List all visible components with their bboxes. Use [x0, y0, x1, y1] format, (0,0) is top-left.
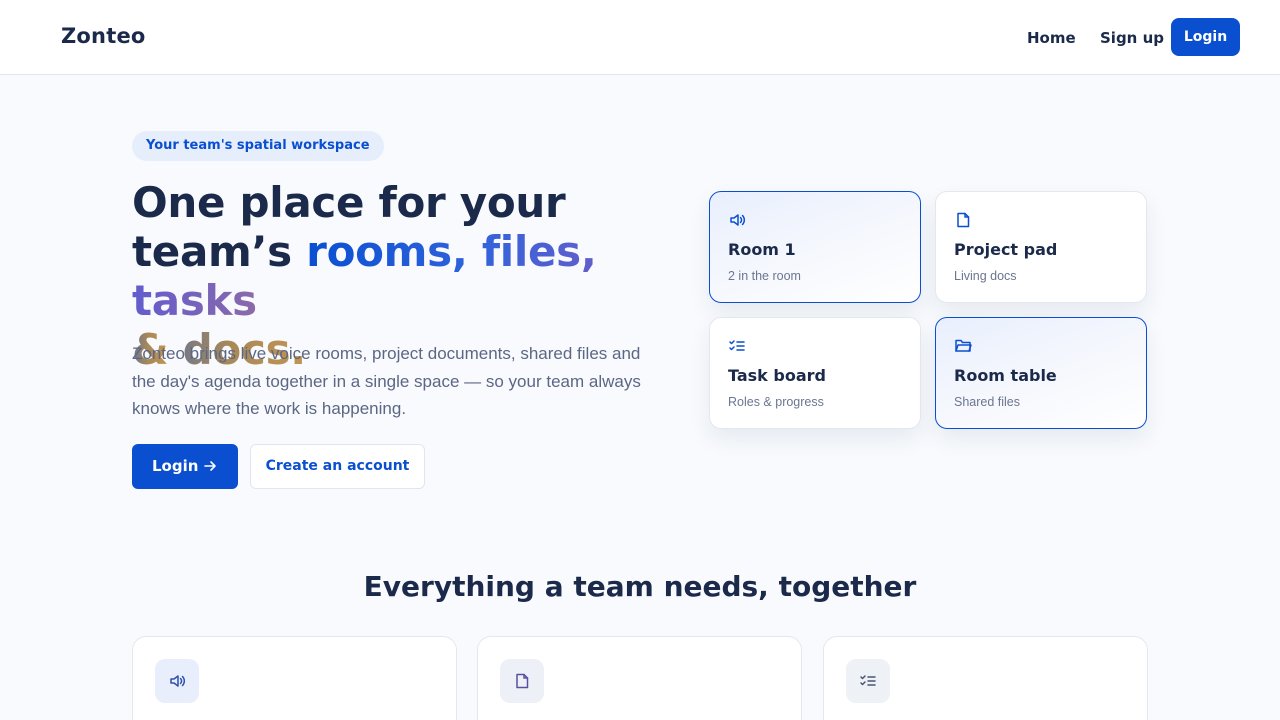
speaker-icon	[170, 675, 185, 687]
nav-login-button[interactable]: Login	[1171, 18, 1240, 56]
feature-card-tasks	[823, 636, 1148, 720]
document-icon	[516, 673, 529, 689]
tile-title: Room table	[954, 366, 1057, 385]
hero-login-label: Login	[152, 457, 199, 475]
brand-logo[interactable]: Zonteo	[61, 24, 146, 48]
headline-line-1: One place for your	[132, 178, 566, 227]
tile-title: Project pad	[954, 240, 1058, 259]
features-title: Everything a team needs, together	[363, 570, 917, 603]
tile-task-board[interactable]: Task board Roles & progress	[709, 317, 921, 429]
feature-icon-badge	[155, 659, 199, 703]
checklist-icon	[860, 675, 876, 686]
tile-subtitle: Living docs	[954, 269, 1017, 283]
tile-title: Room 1	[728, 240, 796, 259]
tile-subtitle: 2 in the room	[728, 269, 801, 283]
feature-card-rooms	[132, 636, 457, 720]
top-navbar: Zonteo Home Sign up Login	[0, 0, 1280, 75]
tile-project-pad[interactable]: Project pad Living docs	[935, 191, 1147, 303]
feature-card-docs	[477, 636, 802, 720]
nav-home-link[interactable]: Home	[1027, 29, 1076, 47]
hero-description: Zonteo brings live voice rooms, project …	[132, 344, 641, 418]
tile-title: Task board	[728, 366, 826, 385]
arrow-right-icon	[204, 461, 216, 471]
checklist-icon	[729, 340, 745, 351]
folder-icon	[955, 339, 972, 352]
headline-line-2-plain: team’s	[132, 227, 307, 276]
feature-icon-badge	[846, 659, 890, 703]
tile-subtitle: Shared files	[954, 395, 1021, 409]
tile-subtitle: Roles & progress	[728, 395, 824, 409]
tile-room-1[interactable]: Room 1 2 in the room	[709, 191, 921, 303]
nav-signup-link[interactable]: Sign up	[1100, 29, 1164, 47]
feature-icon-badge	[500, 659, 544, 703]
document-icon	[957, 212, 970, 228]
create-account-button[interactable]: Create an account	[250, 444, 425, 489]
tile-room-table[interactable]: Room table Shared files	[935, 317, 1147, 429]
hero-login-button[interactable]: Login	[132, 444, 238, 489]
speaker-icon	[730, 214, 745, 226]
hero-tag-pill: Your team's spatial workspace	[132, 131, 384, 161]
